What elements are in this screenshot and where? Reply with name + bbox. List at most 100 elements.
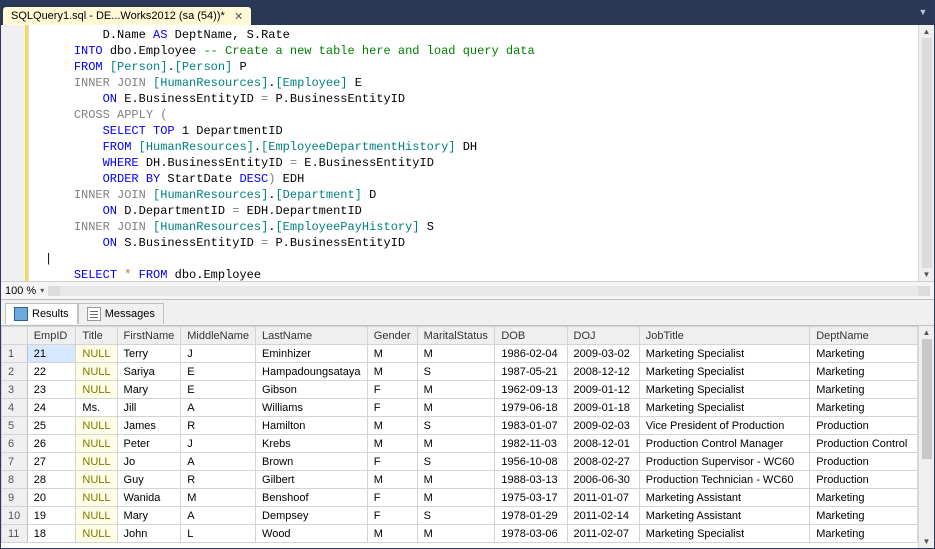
- table-cell[interactable]: M: [367, 345, 417, 363]
- results-table[interactable]: EmpIDTitleFirstNameMiddleNameLastNameGen…: [1, 326, 918, 543]
- column-header[interactable]: JobTitle: [639, 327, 809, 345]
- table-row[interactable]: 626NULLPeterJKrebsMM1982-11-032008-12-01…: [2, 435, 918, 453]
- table-row[interactable]: 828NULLGuyRGilbertMM1988-03-132006-06-30…: [2, 471, 918, 489]
- table-cell[interactable]: Production: [810, 453, 918, 471]
- table-cell[interactable]: M: [367, 363, 417, 381]
- table-cell[interactable]: Terry: [117, 345, 181, 363]
- table-cell[interactable]: E: [181, 363, 256, 381]
- table-header-row[interactable]: EmpIDTitleFirstNameMiddleNameLastNameGen…: [2, 327, 918, 345]
- table-cell[interactable]: 1983-01-07: [495, 417, 567, 435]
- table-cell[interactable]: Gibson: [256, 381, 368, 399]
- table-cell[interactable]: J: [181, 435, 256, 453]
- table-cell[interactable]: 26: [27, 435, 76, 453]
- table-cell[interactable]: Production Supervisor - WC60: [639, 453, 809, 471]
- table-cell[interactable]: R: [181, 417, 256, 435]
- table-cell[interactable]: M: [417, 435, 495, 453]
- table-cell[interactable]: Vice President of Production: [639, 417, 809, 435]
- table-cell[interactable]: 1956-10-08: [495, 453, 567, 471]
- table-cell[interactable]: 24: [27, 399, 76, 417]
- table-cell[interactable]: 2008-12-12: [567, 363, 639, 381]
- column-header[interactable]: DOB: [495, 327, 567, 345]
- table-cell[interactable]: NULL: [76, 471, 117, 489]
- scroll-down-icon[interactable]: ▼: [923, 537, 931, 546]
- row-number-cell[interactable]: 10: [2, 507, 28, 525]
- row-number-cell[interactable]: 3: [2, 381, 28, 399]
- table-cell[interactable]: NULL: [76, 345, 117, 363]
- row-number-cell[interactable]: 5: [2, 417, 28, 435]
- table-cell[interactable]: Marketing: [810, 345, 918, 363]
- table-cell[interactable]: 1975-03-17: [495, 489, 567, 507]
- table-row[interactable]: 323NULLMaryEGibsonFM1962-09-132009-01-12…: [2, 381, 918, 399]
- table-cell[interactable]: Marketing: [810, 507, 918, 525]
- table-cell[interactable]: Production Control: [810, 435, 918, 453]
- table-cell[interactable]: 2008-12-01: [567, 435, 639, 453]
- row-number-cell[interactable]: 4: [2, 399, 28, 417]
- tab-results[interactable]: Results: [5, 303, 78, 324]
- table-cell[interactable]: Peter: [117, 435, 181, 453]
- zoom-dropdown-icon[interactable]: ▾: [40, 286, 44, 295]
- table-cell[interactable]: 2011-02-07: [567, 525, 639, 543]
- table-cell[interactable]: Marketing: [810, 399, 918, 417]
- table-cell[interactable]: John: [117, 525, 181, 543]
- table-cell[interactable]: 2009-01-12: [567, 381, 639, 399]
- table-cell[interactable]: Marketing: [810, 489, 918, 507]
- table-cell[interactable]: M: [367, 435, 417, 453]
- table-row[interactable]: 222NULLSariyaEHampadoungsatayaMS1987-05-…: [2, 363, 918, 381]
- table-row[interactable]: 920NULLWanidaMBenshoofFM1975-03-172011-0…: [2, 489, 918, 507]
- table-cell[interactable]: M: [367, 417, 417, 435]
- table-cell[interactable]: Hamilton: [256, 417, 368, 435]
- close-icon[interactable]: ✕: [233, 10, 245, 22]
- table-cell[interactable]: Marketing: [810, 381, 918, 399]
- table-row[interactable]: 1019NULLMaryADempseyFS1978-01-292011-02-…: [2, 507, 918, 525]
- column-header[interactable]: Gender: [367, 327, 417, 345]
- editor-vertical-scrollbar[interactable]: ▲ ▼: [918, 25, 934, 281]
- table-cell[interactable]: 2006-06-30: [567, 471, 639, 489]
- table-cell[interactable]: M: [417, 381, 495, 399]
- table-cell[interactable]: Mary: [117, 507, 181, 525]
- table-cell[interactable]: 2011-02-14: [567, 507, 639, 525]
- table-cell[interactable]: 1988-03-13: [495, 471, 567, 489]
- scroll-thumb[interactable]: [922, 339, 932, 459]
- scroll-up-icon[interactable]: ▲: [923, 27, 931, 36]
- editor-horizontal-scrollbar[interactable]: [48, 286, 930, 296]
- table-cell[interactable]: Wood: [256, 525, 368, 543]
- table-cell[interactable]: F: [367, 489, 417, 507]
- table-cell[interactable]: J: [181, 345, 256, 363]
- table-cell[interactable]: Jo: [117, 453, 181, 471]
- table-cell[interactable]: Marketing Specialist: [639, 363, 809, 381]
- table-cell[interactable]: Marketing Assistant: [639, 489, 809, 507]
- table-cell[interactable]: Marketing: [810, 363, 918, 381]
- table-cell[interactable]: Production: [810, 417, 918, 435]
- table-cell[interactable]: Sariya: [117, 363, 181, 381]
- table-cell[interactable]: NULL: [76, 489, 117, 507]
- table-cell[interactable]: Dempsey: [256, 507, 368, 525]
- results-grid[interactable]: EmpIDTitleFirstNameMiddleNameLastNameGen…: [1, 326, 918, 548]
- table-cell[interactable]: 2011-01-07: [567, 489, 639, 507]
- column-header[interactable]: Title: [76, 327, 117, 345]
- tab-dropdown-icon[interactable]: ▼: [916, 5, 930, 19]
- column-header[interactable]: EmpID: [27, 327, 76, 345]
- table-cell[interactable]: 18: [27, 525, 76, 543]
- table-cell[interactable]: 2009-02-03: [567, 417, 639, 435]
- table-cell[interactable]: NULL: [76, 417, 117, 435]
- scroll-up-icon[interactable]: ▲: [923, 328, 931, 337]
- table-cell[interactable]: E: [181, 381, 256, 399]
- table-cell[interactable]: M: [417, 489, 495, 507]
- table-cell[interactable]: M: [417, 525, 495, 543]
- table-cell[interactable]: S: [417, 363, 495, 381]
- table-cell[interactable]: Marketing Specialist: [639, 345, 809, 363]
- scroll-thumb[interactable]: [922, 38, 932, 268]
- row-number-header[interactable]: [2, 327, 28, 345]
- document-tab[interactable]: SQLQuery1.sql - DE...Works2012 (sa (54))…: [3, 7, 251, 25]
- table-cell[interactable]: Williams: [256, 399, 368, 417]
- table-cell[interactable]: F: [367, 453, 417, 471]
- table-cell[interactable]: 1982-11-03: [495, 435, 567, 453]
- table-cell[interactable]: NULL: [76, 453, 117, 471]
- column-header[interactable]: FirstName: [117, 327, 181, 345]
- table-cell[interactable]: NULL: [76, 507, 117, 525]
- table-cell[interactable]: NULL: [76, 381, 117, 399]
- table-cell[interactable]: NULL: [76, 525, 117, 543]
- table-cell[interactable]: M: [417, 399, 495, 417]
- table-cell[interactable]: 2009-01-18: [567, 399, 639, 417]
- table-cell[interactable]: Jill: [117, 399, 181, 417]
